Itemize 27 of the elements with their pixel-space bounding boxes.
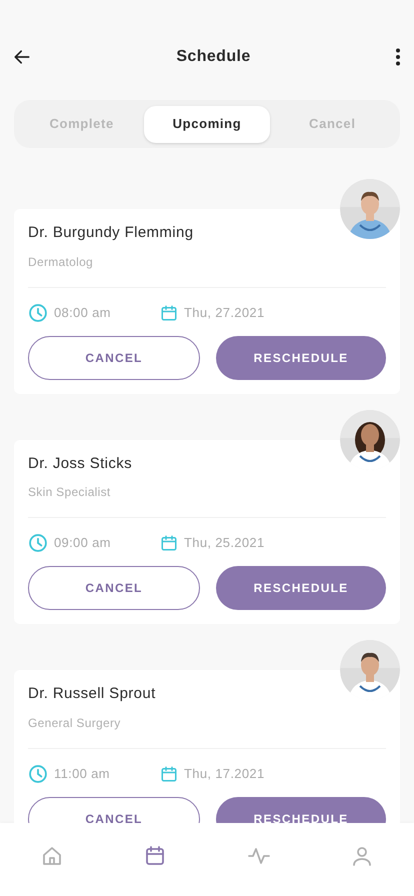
specialty: Dermatolog (28, 254, 94, 270)
calendar-icon (160, 534, 178, 552)
page-title: Schedule (176, 47, 251, 67)
doctor-name: Dr. Joss Sticks (28, 454, 133, 474)
more-icon[interactable] (395, 48, 401, 66)
clock-icon (28, 533, 48, 553)
cancel-button[interactable]: CANCEL (28, 336, 200, 380)
appointment-time: 08:00 am (54, 304, 112, 322)
reschedule-button[interactable]: RESCHEDULE (216, 336, 386, 380)
appointment-date: Thu, 27.2021 (184, 304, 265, 322)
doctor-name: Dr. Burgundy Flemming (28, 223, 194, 243)
appointment-date: Thu, 17.2021 (184, 764, 265, 783)
cancel-button[interactable]: CANCEL (28, 796, 200, 823)
specialty: General Surgery (28, 714, 122, 732)
tab[interactable]: Upcoming (144, 106, 270, 142)
specialty: Skin Specialist (28, 484, 112, 501)
calendar-icon (160, 304, 178, 322)
reschedule-button[interactable]: RESCHEDULE (216, 796, 386, 823)
cancel-button[interactable]: CANCEL (28, 566, 200, 610)
appointment-date: Thu, 25.2021 (184, 534, 265, 552)
clock-icon (28, 302, 48, 322)
reschedule-button[interactable]: RESCHEDULE (216, 566, 386, 610)
clock-icon (28, 764, 48, 784)
doctor-name: Dr. Russell Sprout (28, 684, 157, 704)
calendar-icon (160, 764, 178, 782)
appointment-time: 11:00 am (54, 764, 111, 783)
appointment-time: 09:00 am (54, 534, 112, 552)
